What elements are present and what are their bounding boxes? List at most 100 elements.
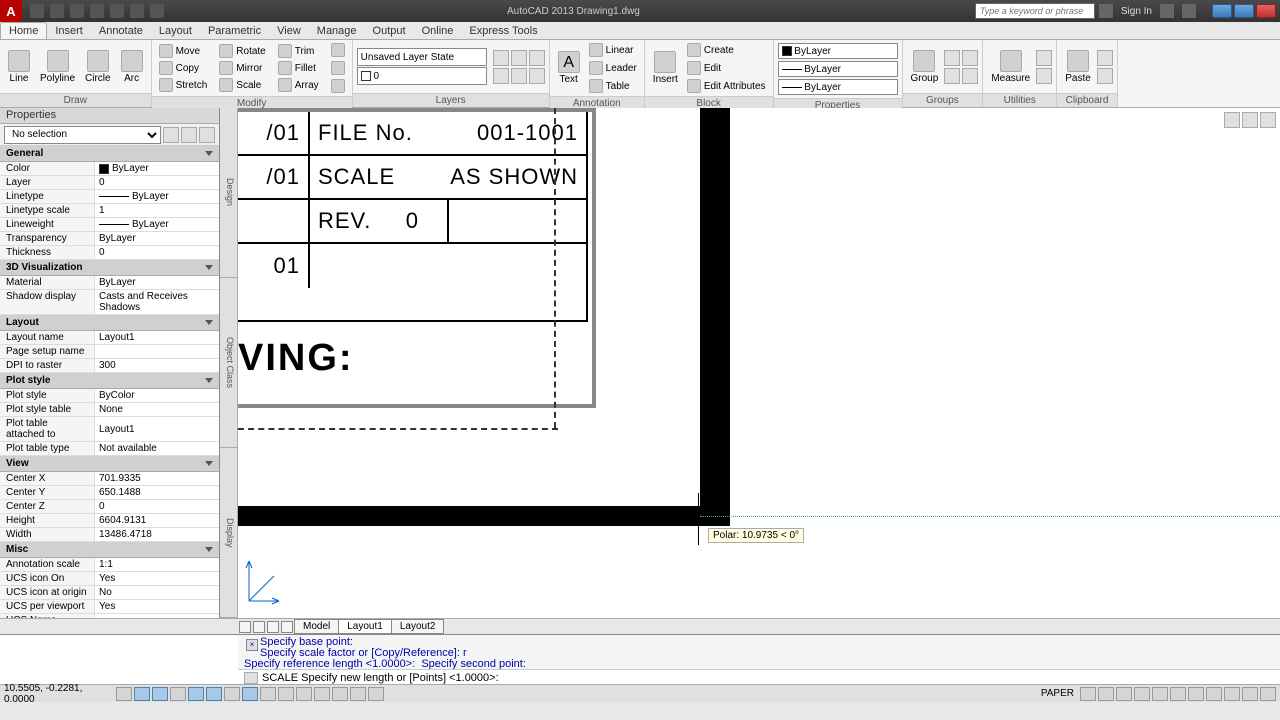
modify-extra-icon[interactable]	[328, 78, 348, 94]
qat-redo-icon[interactable]	[150, 4, 164, 18]
stretch-button[interactable]: Stretch	[156, 77, 211, 93]
layer-state-combo[interactable]: Unsaved Layer State	[357, 48, 487, 66]
category-general[interactable]: General	[0, 146, 219, 162]
sb-sc-icon[interactable]	[350, 687, 366, 701]
sb-osnap-icon[interactable]	[206, 687, 222, 701]
array-button[interactable]: Array	[275, 77, 322, 93]
prop-center-y[interactable]: Center Y650.1488	[0, 486, 219, 500]
side-tab-object-class[interactable]: Object Class	[220, 278, 237, 448]
sb-infer-icon[interactable]	[116, 687, 132, 701]
category-view[interactable]: View	[0, 456, 219, 472]
sb-tool-icon[interactable]	[1206, 687, 1222, 701]
sb-tool-icon[interactable]	[1170, 687, 1186, 701]
tab-output[interactable]: Output	[365, 23, 414, 39]
prop-layer[interactable]: Layer0	[0, 176, 219, 190]
sb-tool-icon[interactable]	[1116, 687, 1132, 701]
prop-thickness[interactable]: Thickness0	[0, 246, 219, 260]
scale-button[interactable]: Scale	[216, 77, 268, 93]
doc-restore-icon[interactable]	[1242, 112, 1258, 128]
layer-tool-icon[interactable]	[511, 68, 527, 84]
sb-tool-icon[interactable]	[1224, 687, 1240, 701]
layer-tool-icon[interactable]	[529, 50, 545, 66]
clip-tool-icon[interactable]	[1097, 50, 1113, 66]
layer-tool-icon[interactable]	[493, 68, 509, 84]
text-button[interactable]: AText	[554, 49, 584, 87]
tab-online[interactable]: Online	[414, 23, 462, 39]
copy-button[interactable]: Copy	[156, 60, 211, 76]
qat-saveas-icon[interactable]	[90, 4, 104, 18]
prop-ucs-name[interactable]: UCS Name	[0, 614, 219, 618]
mirror-button[interactable]: Mirror	[216, 60, 268, 76]
sb-grid-icon[interactable]	[152, 687, 168, 701]
edit-button[interactable]: Edit	[684, 60, 769, 76]
prop-shadow-display[interactable]: Shadow displayCasts and Receives Shadows	[0, 290, 219, 315]
prop-linetype[interactable]: LinetypeByLayer	[0, 190, 219, 204]
layer-tool-icon[interactable]	[511, 50, 527, 66]
sb-tool-icon[interactable]	[1188, 687, 1204, 701]
prop-layout-name[interactable]: Layout nameLayout1	[0, 331, 219, 345]
sb-tpy-icon[interactable]	[314, 687, 330, 701]
prop-lineweight[interactable]: LineweightByLayer	[0, 218, 219, 232]
select-objects-icon[interactable]	[181, 127, 197, 143]
modify-extra-icon[interactable]	[328, 60, 348, 76]
sb-tool-icon[interactable]	[1152, 687, 1168, 701]
line-button[interactable]: Line	[4, 48, 34, 86]
selection-combo[interactable]: No selection	[4, 126, 161, 144]
drawing-area[interactable]: /01 FILE No.001-1001 /01 SCALEAS SHOWN R…	[238, 108, 1280, 618]
prop-plot-style-table[interactable]: Plot style tableNone	[0, 403, 219, 417]
category-misc[interactable]: Misc	[0, 542, 219, 558]
sb-tool-icon[interactable]	[1080, 687, 1096, 701]
doc-minimize-icon[interactable]	[1224, 112, 1240, 128]
qat-new-icon[interactable]	[30, 4, 44, 18]
category-3d-visualization[interactable]: 3D Visualization	[0, 260, 219, 276]
create-button[interactable]: Create	[684, 42, 769, 58]
linear-button[interactable]: Linear	[586, 42, 640, 58]
maximize-button[interactable]	[1234, 4, 1254, 18]
search-input[interactable]	[975, 3, 1095, 19]
prop-height[interactable]: Height6604.9131	[0, 514, 219, 528]
sb-tool-icon[interactable]	[1242, 687, 1258, 701]
category-plot-style[interactable]: Plot style	[0, 373, 219, 389]
layout-tab-model[interactable]: Model	[294, 619, 339, 634]
tab-nav-next-icon[interactable]	[267, 621, 279, 633]
sb-am-icon[interactable]	[368, 687, 384, 701]
sb-3dosnap-icon[interactable]	[224, 687, 240, 701]
circle-button[interactable]: Circle	[81, 48, 115, 86]
prop-ucs-icon-on[interactable]: UCS icon OnYes	[0, 572, 219, 586]
measure-button[interactable]: Measure	[987, 48, 1034, 86]
tab-express-tools[interactable]: Express Tools	[461, 23, 545, 39]
prop-center-z[interactable]: Center Z0	[0, 500, 219, 514]
layer-current-combo[interactable]: 0	[357, 67, 487, 85]
close-button[interactable]	[1256, 4, 1276, 18]
prop-transparency[interactable]: TransparencyByLayer	[0, 232, 219, 246]
app-logo[interactable]: A	[0, 0, 22, 22]
leader-button[interactable]: Leader	[586, 60, 640, 76]
group-tool-icon[interactable]	[944, 68, 960, 84]
group-tool-icon[interactable]	[962, 68, 978, 84]
prop-plot-table-type[interactable]: Plot table typeNot available	[0, 442, 219, 456]
sb-tool-icon[interactable]	[1134, 687, 1150, 701]
sb-otrack-icon[interactable]	[242, 687, 258, 701]
sb-lwt-icon[interactable]	[296, 687, 312, 701]
paste-button[interactable]: Paste	[1061, 48, 1095, 86]
tab-view[interactable]: View	[269, 23, 309, 39]
tab-annotate[interactable]: Annotate	[91, 23, 151, 39]
command-input[interactable]: SCALE Specify new length or [Points] <1.…	[238, 669, 1280, 686]
quick-select-icon[interactable]	[199, 127, 215, 143]
layout-tab-layout2[interactable]: Layout2	[391, 619, 445, 634]
qat-save-icon[interactable]	[70, 4, 84, 18]
exchange-apps-icon[interactable]	[1160, 4, 1174, 18]
prop-page-setup-name[interactable]: Page setup name	[0, 345, 219, 359]
qat-open-icon[interactable]	[50, 4, 64, 18]
arc-button[interactable]: Arc	[117, 48, 147, 86]
prop-center-x[interactable]: Center X701.9335	[0, 472, 219, 486]
tab-manage[interactable]: Manage	[309, 23, 365, 39]
sb-tool-icon[interactable]	[1260, 687, 1276, 701]
tab-home[interactable]: Home	[0, 22, 47, 39]
group-tool-icon[interactable]	[962, 50, 978, 66]
tab-parametric[interactable]: Parametric	[200, 23, 269, 39]
doc-close-icon[interactable]	[1260, 112, 1276, 128]
prop-material[interactable]: MaterialByLayer	[0, 276, 219, 290]
toggle-pickadd-icon[interactable]	[163, 127, 179, 143]
paper-model-toggle[interactable]: PAPER	[1037, 688, 1078, 699]
